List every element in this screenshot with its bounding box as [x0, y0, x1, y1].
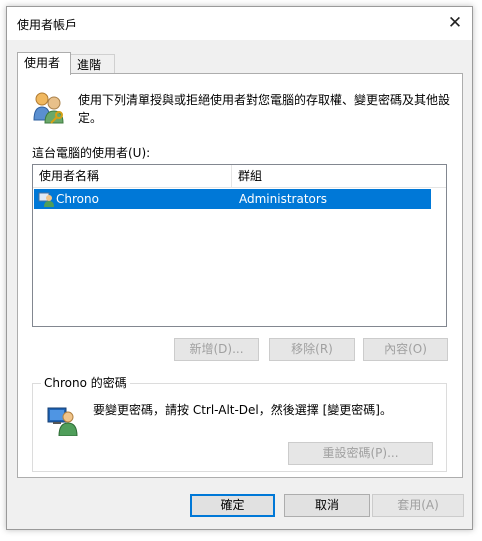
tab-advanced[interactable]: 進階: [70, 54, 115, 74]
user-icon: [38, 192, 54, 207]
user-group-cell: Administrators: [239, 192, 328, 206]
user-password-icon: [47, 407, 78, 436]
list-header: 使用者名稱 群組: [33, 165, 446, 188]
users-list-label: 這台電腦的使用者(U):: [32, 146, 151, 160]
user-accounts-dialog: 使用者帳戶 ✕ 使用者 進階 使用下列清單授與或拒絕使用者對您電腦的存取權、變更…: [6, 6, 473, 530]
password-group-title: Chrono 的密碼: [41, 375, 130, 391]
users-list[interactable]: 使用者名稱 群組 Chrono Administrators: [32, 164, 447, 327]
ok-button[interactable]: 確定: [190, 494, 275, 517]
users-tab-panel: 使用下列清單授與或拒絕使用者對您電腦的存取權、變更密碼及其他設定。 這台電腦的使…: [17, 73, 463, 478]
column-header-group[interactable]: 群組: [232, 165, 431, 187]
window-title: 使用者帳戶: [17, 18, 78, 32]
apply-button[interactable]: 套用(A): [372, 494, 464, 517]
user-name-cell: Chrono: [56, 192, 99, 206]
users-keys-icon: [33, 92, 64, 124]
tab-users[interactable]: 使用者: [17, 52, 71, 75]
intro-text: 使用下列清單授與或拒絕使用者對您電腦的存取權、變更密碼及其他設定。: [78, 93, 451, 125]
close-button[interactable]: ✕: [442, 11, 468, 35]
column-header-user-name[interactable]: 使用者名稱: [33, 165, 232, 187]
title-bar[interactable]: 使用者帳戶 ✕: [7, 7, 472, 40]
user-row-selected[interactable]: Chrono Administrators: [34, 189, 431, 209]
properties-button[interactable]: 內容(O): [363, 338, 448, 361]
cancel-button[interactable]: 取消: [284, 494, 370, 517]
password-instructions: 要變更密碼，請按 Ctrl-Alt-Del，然後選擇 [變更密碼]。: [93, 403, 392, 417]
add-user-button[interactable]: 新增(D)...: [174, 338, 259, 361]
remove-user-button[interactable]: 移除(R): [269, 338, 355, 361]
reset-password-button[interactable]: 重設密碼(P)...: [288, 442, 433, 465]
password-group: Chrono 的密碼 要變更密碼，請按 Ctrl-Alt-Del，然後選擇 [變…: [32, 375, 447, 472]
